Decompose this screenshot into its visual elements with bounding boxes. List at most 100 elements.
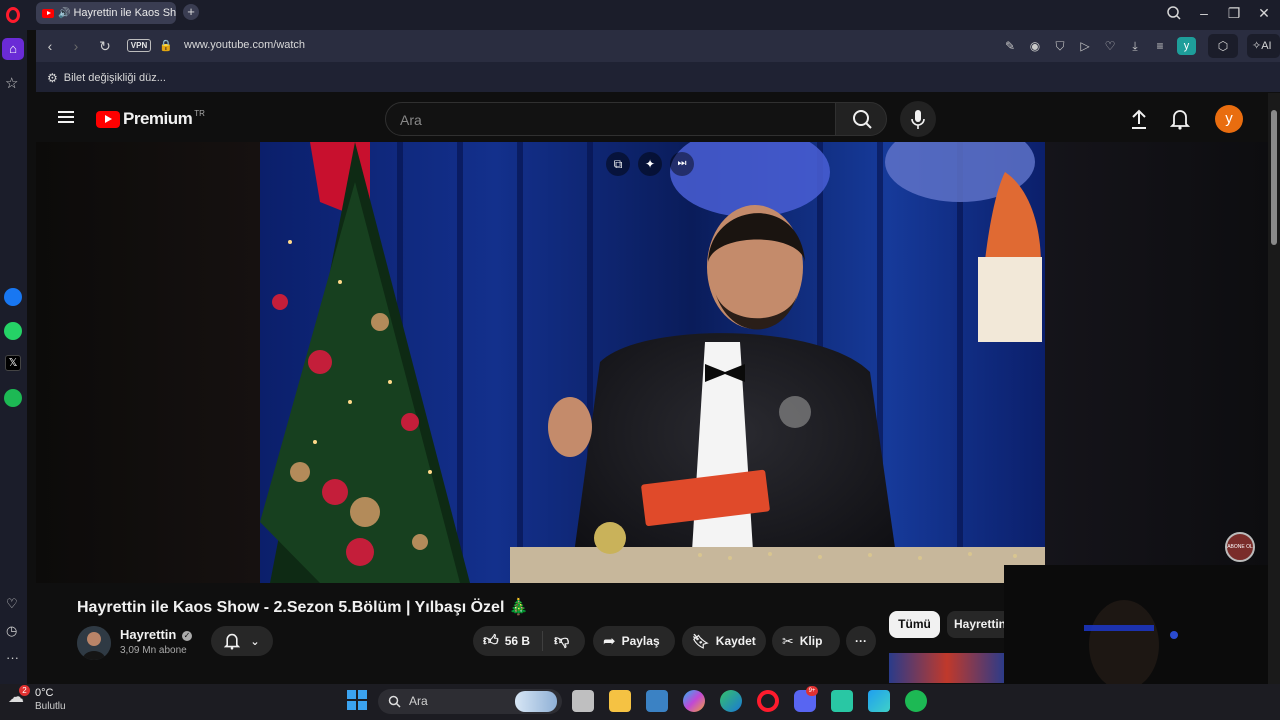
whatsapp-icon[interactable]: [4, 322, 22, 340]
extension-y-button[interactable]: y: [1177, 37, 1196, 55]
webcam-overlay: [1004, 565, 1268, 684]
android-app-icon[interactable]: [831, 690, 853, 712]
hamburger-menu-icon[interactable]: [58, 110, 74, 124]
search-placeholder: Ara: [400, 112, 422, 128]
video-player[interactable]: ⧉ ✦ ⏭: [260, 142, 1045, 583]
minimize-button[interactable]: –: [1194, 4, 1214, 22]
bell-icon: [1170, 110, 1190, 130]
speaker-icon[interactable]: 🔊: [58, 8, 70, 19]
download-icon[interactable]: ⤓: [1127, 38, 1143, 54]
history-icon[interactable]: ◷: [6, 623, 17, 639]
spotify-icon[interactable]: [4, 389, 22, 407]
bookmark-label: Bilet değişikliği düz...: [63, 72, 166, 84]
subscription-bell-button[interactable]: ⌄: [211, 626, 273, 656]
bookmark-icon: 🔖︎: [692, 632, 710, 649]
messenger-icon[interactable]: [4, 288, 22, 306]
share-button[interactable]: ➦ Paylaş: [593, 626, 675, 656]
youtube-page: Premium TR Ara y ⧉ ✦ ⏭ ABONE OL Hayretti…: [36, 93, 1268, 684]
new-tab-button[interactable]: +: [183, 4, 199, 20]
maximize-button[interactable]: ❐: [1224, 4, 1244, 22]
weather-description: Bulutlu: [35, 701, 66, 712]
extensions-cube-button[interactable]: ⬡: [1208, 34, 1238, 58]
like-button[interactable]: 👍︎ 56 B: [473, 631, 543, 651]
opera-taskbar-icon[interactable]: [757, 690, 779, 712]
copilot-icon[interactable]: [683, 690, 705, 712]
microsoft-store-icon[interactable]: [646, 690, 668, 712]
chevron-down-icon: ⌄: [250, 635, 260, 648]
more-actions-button[interactable]: ···: [846, 626, 876, 656]
play-icon[interactable]: ▷: [1077, 38, 1093, 54]
thumbs-up-icon: 👍︎: [483, 632, 499, 649]
heart-icon[interactable]: ♡: [1102, 38, 1118, 54]
spotify-taskbar-icon[interactable]: [905, 690, 927, 712]
edge-icon[interactable]: [720, 690, 742, 712]
opera-sidebar: [0, 0, 27, 684]
search-icon: [388, 695, 401, 708]
sparkle-icon[interactable]: ✦: [638, 152, 662, 176]
youtube-logo-text: Premium: [123, 109, 193, 128]
close-window-button[interactable]: ✕: [1254, 4, 1274, 22]
file-explorer-icon[interactable]: [609, 690, 631, 712]
shield-icon[interactable]: ⛉: [1052, 38, 1068, 54]
upload-button[interactable]: [1129, 108, 1149, 130]
video-overlay-controls: ⧉ ✦ ⏭: [606, 152, 694, 176]
ambient-glow-left: [36, 142, 260, 583]
reload-button[interactable]: ↻: [97, 38, 113, 54]
subscribe-watermark[interactable]: ABONE OL: [1225, 532, 1255, 562]
windows-start-icon[interactable]: [347, 690, 367, 710]
chip-all[interactable]: Tümü: [889, 611, 940, 638]
bookmark-bar: [36, 62, 1280, 92]
more-sidebar-icon[interactable]: ···: [6, 650, 19, 665]
channel-avatar[interactable]: [77, 626, 111, 660]
forward-button[interactable]: ›: [68, 38, 84, 54]
home-icon[interactable]: ⌂: [2, 38, 24, 60]
voice-search-button[interactable]: [900, 101, 936, 137]
opera-logo-icon[interactable]: [6, 7, 20, 23]
bell-icon: [224, 633, 241, 650]
thumbs-down-icon: 👎︎: [554, 632, 570, 649]
share-icon: ➦: [603, 633, 616, 650]
account-avatar[interactable]: y: [1215, 105, 1243, 133]
edit-icon[interactable]: ✎: [1002, 38, 1018, 54]
like-dislike-group: 👍︎ 56 B 👎︎: [473, 626, 585, 656]
bookmark-item[interactable]: ⚙ Bilet değişikliği düz...: [47, 71, 166, 85]
channel-name[interactable]: Hayrettin ✓: [120, 627, 192, 642]
search-tabs-icon[interactable]: [1164, 4, 1184, 22]
clip-label: Klip: [799, 634, 823, 648]
dislike-button[interactable]: 👎︎: [543, 632, 569, 650]
x-twitter-icon[interactable]: 𝕏: [5, 355, 21, 371]
search-highlight-icon: [515, 691, 557, 712]
youtube-favicon-icon: [42, 8, 54, 18]
aria-ai-button[interactable]: ✧AI: [1247, 34, 1280, 58]
page-scrollbar-thumb[interactable]: [1271, 110, 1277, 245]
task-view-icon[interactable]: [572, 690, 594, 712]
search-button[interactable]: [835, 102, 887, 136]
search-input[interactable]: Ara: [385, 102, 836, 136]
photos-icon[interactable]: [868, 690, 890, 712]
scissors-icon: ✂: [782, 632, 794, 649]
camera-icon[interactable]: ◉: [1027, 38, 1043, 54]
star-icon[interactable]: ☆: [5, 74, 18, 92]
tab-title: Hayrettin ile Kaos Sho: [73, 7, 176, 19]
weather-temperature: 0°C: [35, 687, 54, 699]
save-label: Kaydet: [715, 634, 756, 648]
notification-badge: 2: [19, 685, 30, 696]
verified-icon: ✓: [181, 631, 192, 641]
save-button[interactable]: 🔖︎ Kaydet: [682, 626, 766, 656]
back-button[interactable]: ‹: [42, 38, 58, 54]
tab-youtube[interactable]: 🔊 Hayrettin ile Kaos Sho: [36, 2, 176, 24]
menu-icon[interactable]: ≡: [1152, 38, 1168, 54]
youtube-logo[interactable]: Premium TR: [96, 109, 205, 129]
skip-icon[interactable]: ⏭: [670, 152, 694, 176]
heart-sidebar-icon[interactable]: ♡: [6, 596, 18, 612]
recommended-thumbnail[interactable]: [889, 653, 1005, 683]
notifications-button[interactable]: [1170, 108, 1190, 130]
vpn-badge[interactable]: VPN: [127, 39, 151, 52]
openai-icon: ⚙: [47, 71, 58, 85]
playlist-add-icon[interactable]: ⧉: [606, 152, 630, 176]
taskbar-search[interactable]: Ara: [378, 689, 562, 714]
upload-icon: [1132, 109, 1146, 129]
share-label: Paylaş: [621, 634, 660, 648]
url-field[interactable]: www.youtube.com/watch: [184, 39, 305, 51]
clip-button[interactable]: ✂ Klip: [772, 626, 840, 656]
